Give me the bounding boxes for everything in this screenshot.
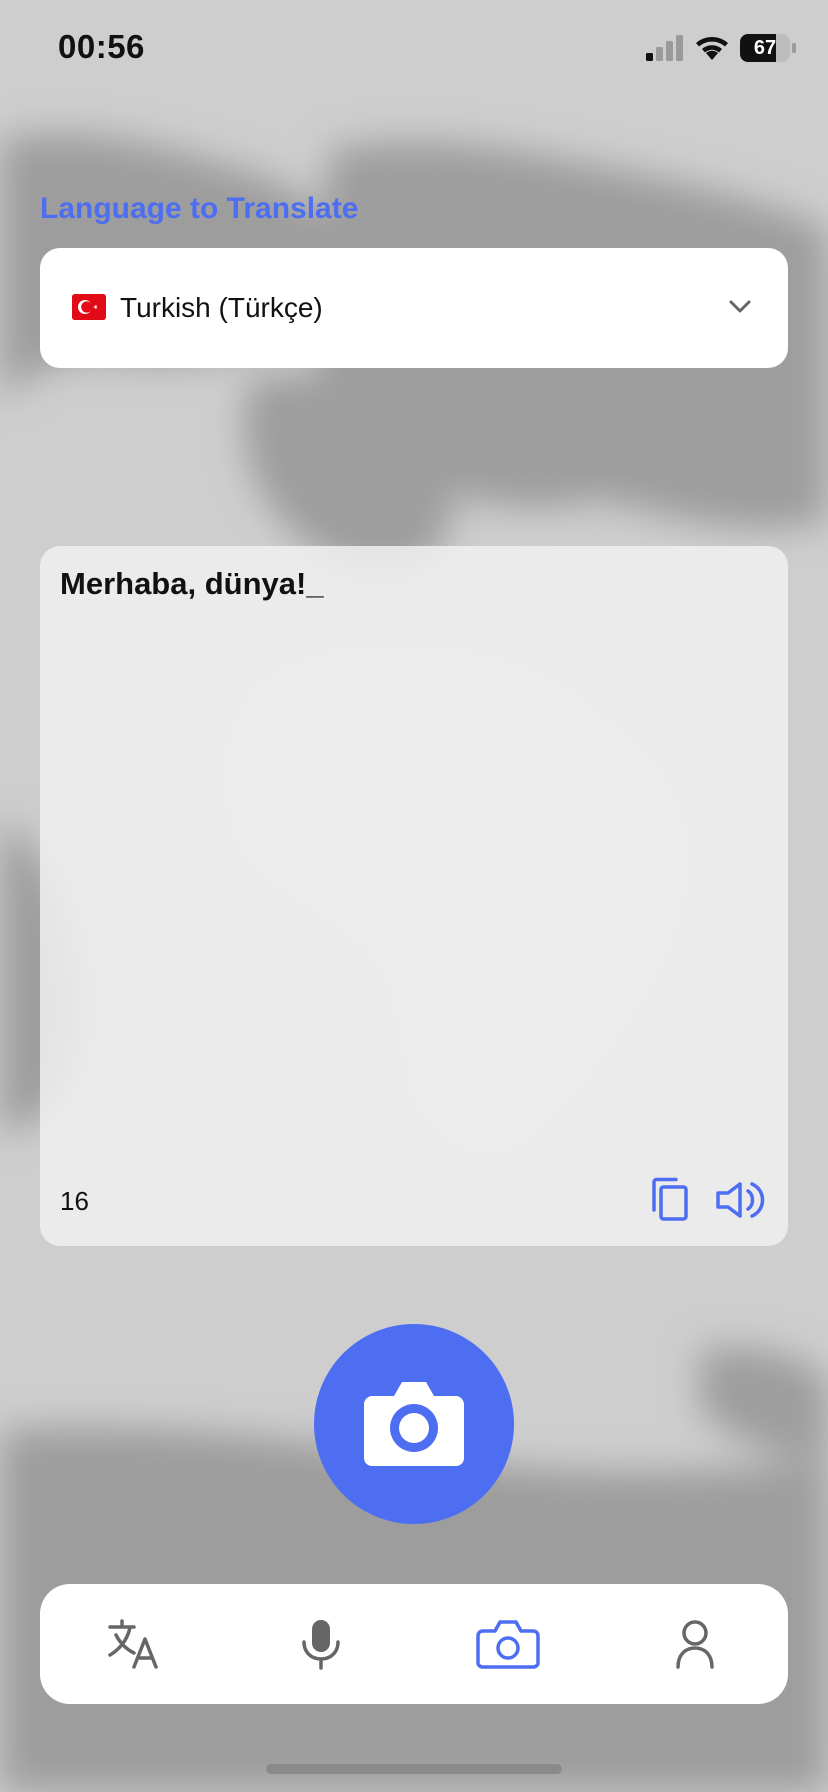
tab-camera[interactable]: [414, 1584, 601, 1704]
camera-icon: [475, 1620, 540, 1669]
cellular-signal-icon: [646, 35, 683, 61]
tab-profile[interactable]: [601, 1584, 788, 1704]
status-icons: 67: [646, 34, 796, 62]
home-indicator: [266, 1764, 562, 1774]
language-select[interactable]: Turkish (Türkçe): [40, 248, 788, 368]
turkey-flag-icon: [72, 294, 106, 320]
tab-microphone[interactable]: [227, 1584, 414, 1704]
profile-icon: [675, 1620, 714, 1669]
chevron-down-icon[interactable]: [728, 296, 752, 316]
battery-level-text: 67: [753, 37, 777, 59]
microphone-icon: [301, 1620, 340, 1670]
character-count: 16: [60, 1186, 89, 1216]
speaker-icon[interactable]: [714, 1180, 770, 1220]
capture-button[interactable]: [314, 1324, 514, 1524]
status-bar: 00:56 67: [0, 0, 828, 100]
section-label-language: Language to Translate: [40, 192, 359, 225]
camera-icon: [364, 1382, 464, 1466]
battery-indicator: 67: [740, 34, 796, 62]
wifi-icon: [696, 37, 728, 60]
selected-language: Turkish (Türkçe): [120, 292, 323, 323]
copy-icon[interactable]: [648, 1176, 690, 1222]
status-time: 00:56: [58, 28, 145, 65]
tab-translate[interactable]: [40, 1584, 227, 1704]
translation-card: Merhaba, dünya!_ 16: [40, 546, 788, 1246]
tab-bar: [40, 1584, 788, 1704]
translate-icon: [107, 1619, 158, 1669]
translation-text[interactable]: Merhaba, dünya!_: [60, 566, 324, 602]
